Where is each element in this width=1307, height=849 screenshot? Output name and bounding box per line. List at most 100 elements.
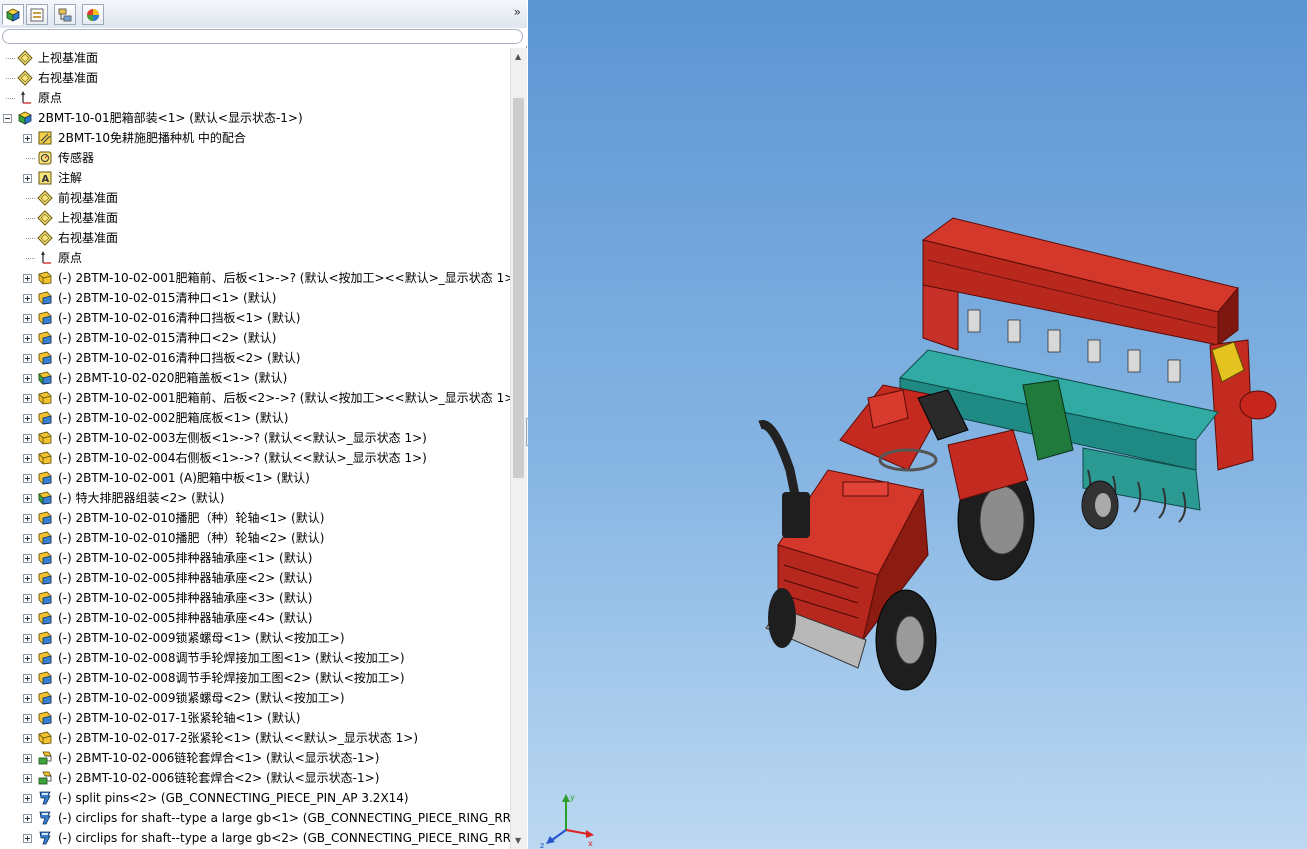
expand-icon[interactable] xyxy=(23,754,32,763)
expand-icon[interactable] xyxy=(23,174,32,183)
part-yellow-icon xyxy=(38,731,52,745)
expand-icon[interactable] xyxy=(23,314,32,323)
expand-icon[interactable] xyxy=(23,614,32,623)
expand-icon[interactable] xyxy=(23,714,32,723)
expand-icon[interactable] xyxy=(23,134,32,143)
tree-item[interactable]: (-) 2BTM-10-02-005排种器轴承座<4> (默认) xyxy=(0,608,510,628)
expand-icon[interactable] xyxy=(23,634,32,643)
tab-configuration-manager[interactable] xyxy=(54,4,76,25)
tree-item[interactable]: (-) 2BTM-10-02-005排种器轴承座<2> (默认) xyxy=(0,568,510,588)
expand-icon[interactable] xyxy=(23,294,32,303)
expand-icon[interactable] xyxy=(23,514,32,523)
expand-icon[interactable] xyxy=(23,354,32,363)
part-blue-icon xyxy=(38,651,52,665)
scroll-down-arrow-icon[interactable]: ▼ xyxy=(515,836,521,845)
tree-item-label: (-) 2BTM-10-02-005排种器轴承座<3> (默认) xyxy=(58,591,313,605)
expand-icon[interactable] xyxy=(23,394,32,403)
tree-connector xyxy=(26,218,35,219)
tree-item[interactable]: (-) 2BTM-10-02-001 (A)肥箱中板<1> (默认) xyxy=(0,468,510,488)
expand-icon[interactable] xyxy=(23,694,32,703)
tree-item[interactable]: (-) circlips for shaft--type a large gb<… xyxy=(0,828,510,848)
tree-item[interactable]: (-) 2BTM-10-02-016清种口挡板<2> (默认) xyxy=(0,348,510,368)
expand-icon[interactable] xyxy=(23,374,32,383)
scroll-up-arrow-icon[interactable]: ▲ xyxy=(515,52,521,61)
part-yellow-icon xyxy=(38,271,52,285)
expand-icon[interactable] xyxy=(23,414,32,423)
tree-item[interactable]: (-) 2BTM-10-02-010播肥（种）轮轴<1> (默认) xyxy=(0,508,510,528)
tree-scrollbar[interactable]: ▲ ▼ xyxy=(510,48,527,849)
tree-item[interactable]: (-) 2BTM-10-02-015清种口<1> (默认) xyxy=(0,288,510,308)
tree-item[interactable]: (-) 2BTM-10-02-003左侧板<1>->? (默认<<默认>_显示状… xyxy=(0,428,510,448)
tab-property-manager[interactable] xyxy=(26,4,48,25)
tree-item[interactable]: (-) 2BTM-10-02-004右侧板<1>->? (默认<<默认>_显示状… xyxy=(0,448,510,468)
tree-item[interactable]: 原点 xyxy=(0,248,510,268)
plane-icon xyxy=(17,50,33,66)
tree-item[interactable]: 上视基准面 xyxy=(0,48,510,68)
tree-item[interactable]: 上视基准面 xyxy=(0,208,510,228)
tree-item[interactable]: (-) 2BMT-10-02-006链轮套焊合<2> (默认<显示状态-1>) xyxy=(0,768,510,788)
expand-icon[interactable] xyxy=(23,674,32,683)
tree-item[interactable]: (-) 2BTM-10-02-005排种器轴承座<3> (默认) xyxy=(0,588,510,608)
expand-icon[interactable] xyxy=(23,814,32,823)
tree-item[interactable]: (-) 2BTM-10-02-009锁紧螺母<1> (默认<按加工>) xyxy=(0,628,510,648)
expand-icon[interactable] xyxy=(23,834,32,843)
tree-item[interactable]: (-) 2BTM-10-02-001肥箱前、后板<1>->? (默认<按加工><… xyxy=(0,268,510,288)
expand-icon[interactable] xyxy=(23,594,32,603)
assembly-icon xyxy=(18,111,32,125)
tree-item[interactable]: (-) 2BTM-10-02-016清种口挡板<1> (默认) xyxy=(0,308,510,328)
expand-icon[interactable] xyxy=(23,654,32,663)
expand-icon[interactable] xyxy=(23,454,32,463)
tree-item[interactable]: (-) 2BTM-10-02-008调节手轮焊接加工图<2> (默认<按加工>) xyxy=(0,668,510,688)
expand-icon[interactable] xyxy=(23,554,32,563)
expand-icon[interactable] xyxy=(23,794,32,803)
tab-feature-manager[interactable] xyxy=(2,4,24,25)
tree-item-label: 2BMT-10免耕施肥播种机 中的配合 xyxy=(58,131,246,145)
tree-item[interactable]: 前视基准面 xyxy=(0,188,510,208)
tree-item[interactable]: (-) 2BMT-10-02-020肥箱盖板<1> (默认) xyxy=(0,368,510,388)
expand-icon[interactable] xyxy=(23,434,32,443)
tree-item[interactable]: 原点 xyxy=(0,88,510,108)
tree-item[interactable]: (-) 特大排肥器组装<2> (默认) xyxy=(0,488,510,508)
expand-icon[interactable] xyxy=(23,534,32,543)
expand-icon[interactable] xyxy=(23,274,32,283)
subassembly-icon xyxy=(38,771,52,785)
tree-item[interactable]: 2BMT-10免耕施肥播种机 中的配合 xyxy=(0,128,510,148)
expand-icon[interactable] xyxy=(23,334,32,343)
tree-item[interactable]: (-) 2BTM-10-02-001肥箱前、后板<2>->? (默认<按加工><… xyxy=(0,388,510,408)
collapse-panel-icon[interactable]: » xyxy=(514,5,521,19)
tree-item[interactable]: (-) 2BTM-10-02-002肥箱底板<1> (默认) xyxy=(0,408,510,428)
tree-item[interactable]: (-) 2BTM-10-02-010播肥（种）轮轴<2> (默认) xyxy=(0,528,510,548)
tree-item[interactable]: 传感器 xyxy=(0,148,510,168)
tree-item[interactable]: (-) 2BTM-10-02-009锁紧螺母<2> (默认<按加工>) xyxy=(0,688,510,708)
expand-icon[interactable] xyxy=(23,574,32,583)
feature-manager-panel: » 上视基准面 右视基准面 原点 2BMT-10-01肥箱部装<1> (默认<显示状态… xyxy=(0,0,527,849)
part-blue-icon xyxy=(38,711,52,725)
expand-icon[interactable] xyxy=(23,494,32,503)
tractor-seeder-model[interactable] xyxy=(528,0,1307,849)
tree-connector xyxy=(26,198,35,199)
tree-item[interactable]: 右视基准面 xyxy=(0,68,510,88)
tree-item[interactable]: (-) 2BMT-10-02-006链轮套焊合<1> (默认<显示状态-1>) xyxy=(0,748,510,768)
graphics-viewport[interactable]: y x z xyxy=(528,0,1307,849)
tree-item[interactable]: (-) circlips for shaft--type a large gb<… xyxy=(0,808,510,828)
part-blue-icon xyxy=(38,691,52,705)
expand-icon[interactable] xyxy=(23,474,32,483)
tree-item[interactable]: (-) 2BTM-10-02-008调节手轮焊接加工图<1> (默认<按加工>) xyxy=(0,648,510,668)
collapse-icon[interactable] xyxy=(3,114,12,123)
tree-item[interactable]: (-) 2BTM-10-02-017-1张紧轮轴<1> (默认) xyxy=(0,708,510,728)
tree-item[interactable]: (-) 2BTM-10-02-015清种口<2> (默认) xyxy=(0,328,510,348)
tab-display-manager[interactable] xyxy=(82,4,104,25)
tree-item[interactable]: (-) 2BTM-10-02-017-2张紧轮<1> (默认<<默认>_显示状态… xyxy=(0,728,510,748)
tree-item-label: 原点 xyxy=(38,91,63,105)
toolbox-part-icon xyxy=(39,831,51,845)
expand-icon[interactable] xyxy=(23,734,32,743)
tree-item[interactable]: 2BMT-10-01肥箱部装<1> (默认<显示状态-1>) xyxy=(0,108,510,128)
filter-input[interactable] xyxy=(2,29,523,44)
tree-item-label: (-) circlips for shaft--type a large gb<… xyxy=(58,811,510,825)
tree-item[interactable]: 右视基准面 xyxy=(0,228,510,248)
tree-item[interactable]: A 注解 xyxy=(0,168,510,188)
scrollbar-thumb[interactable] xyxy=(513,98,524,478)
tree-item[interactable]: (-) split pins<2> (GB_CONNECTING_PIECE_P… xyxy=(0,788,510,808)
tree-item[interactable]: (-) 2BTM-10-02-005排种器轴承座<1> (默认) xyxy=(0,548,510,568)
expand-icon[interactable] xyxy=(23,774,32,783)
